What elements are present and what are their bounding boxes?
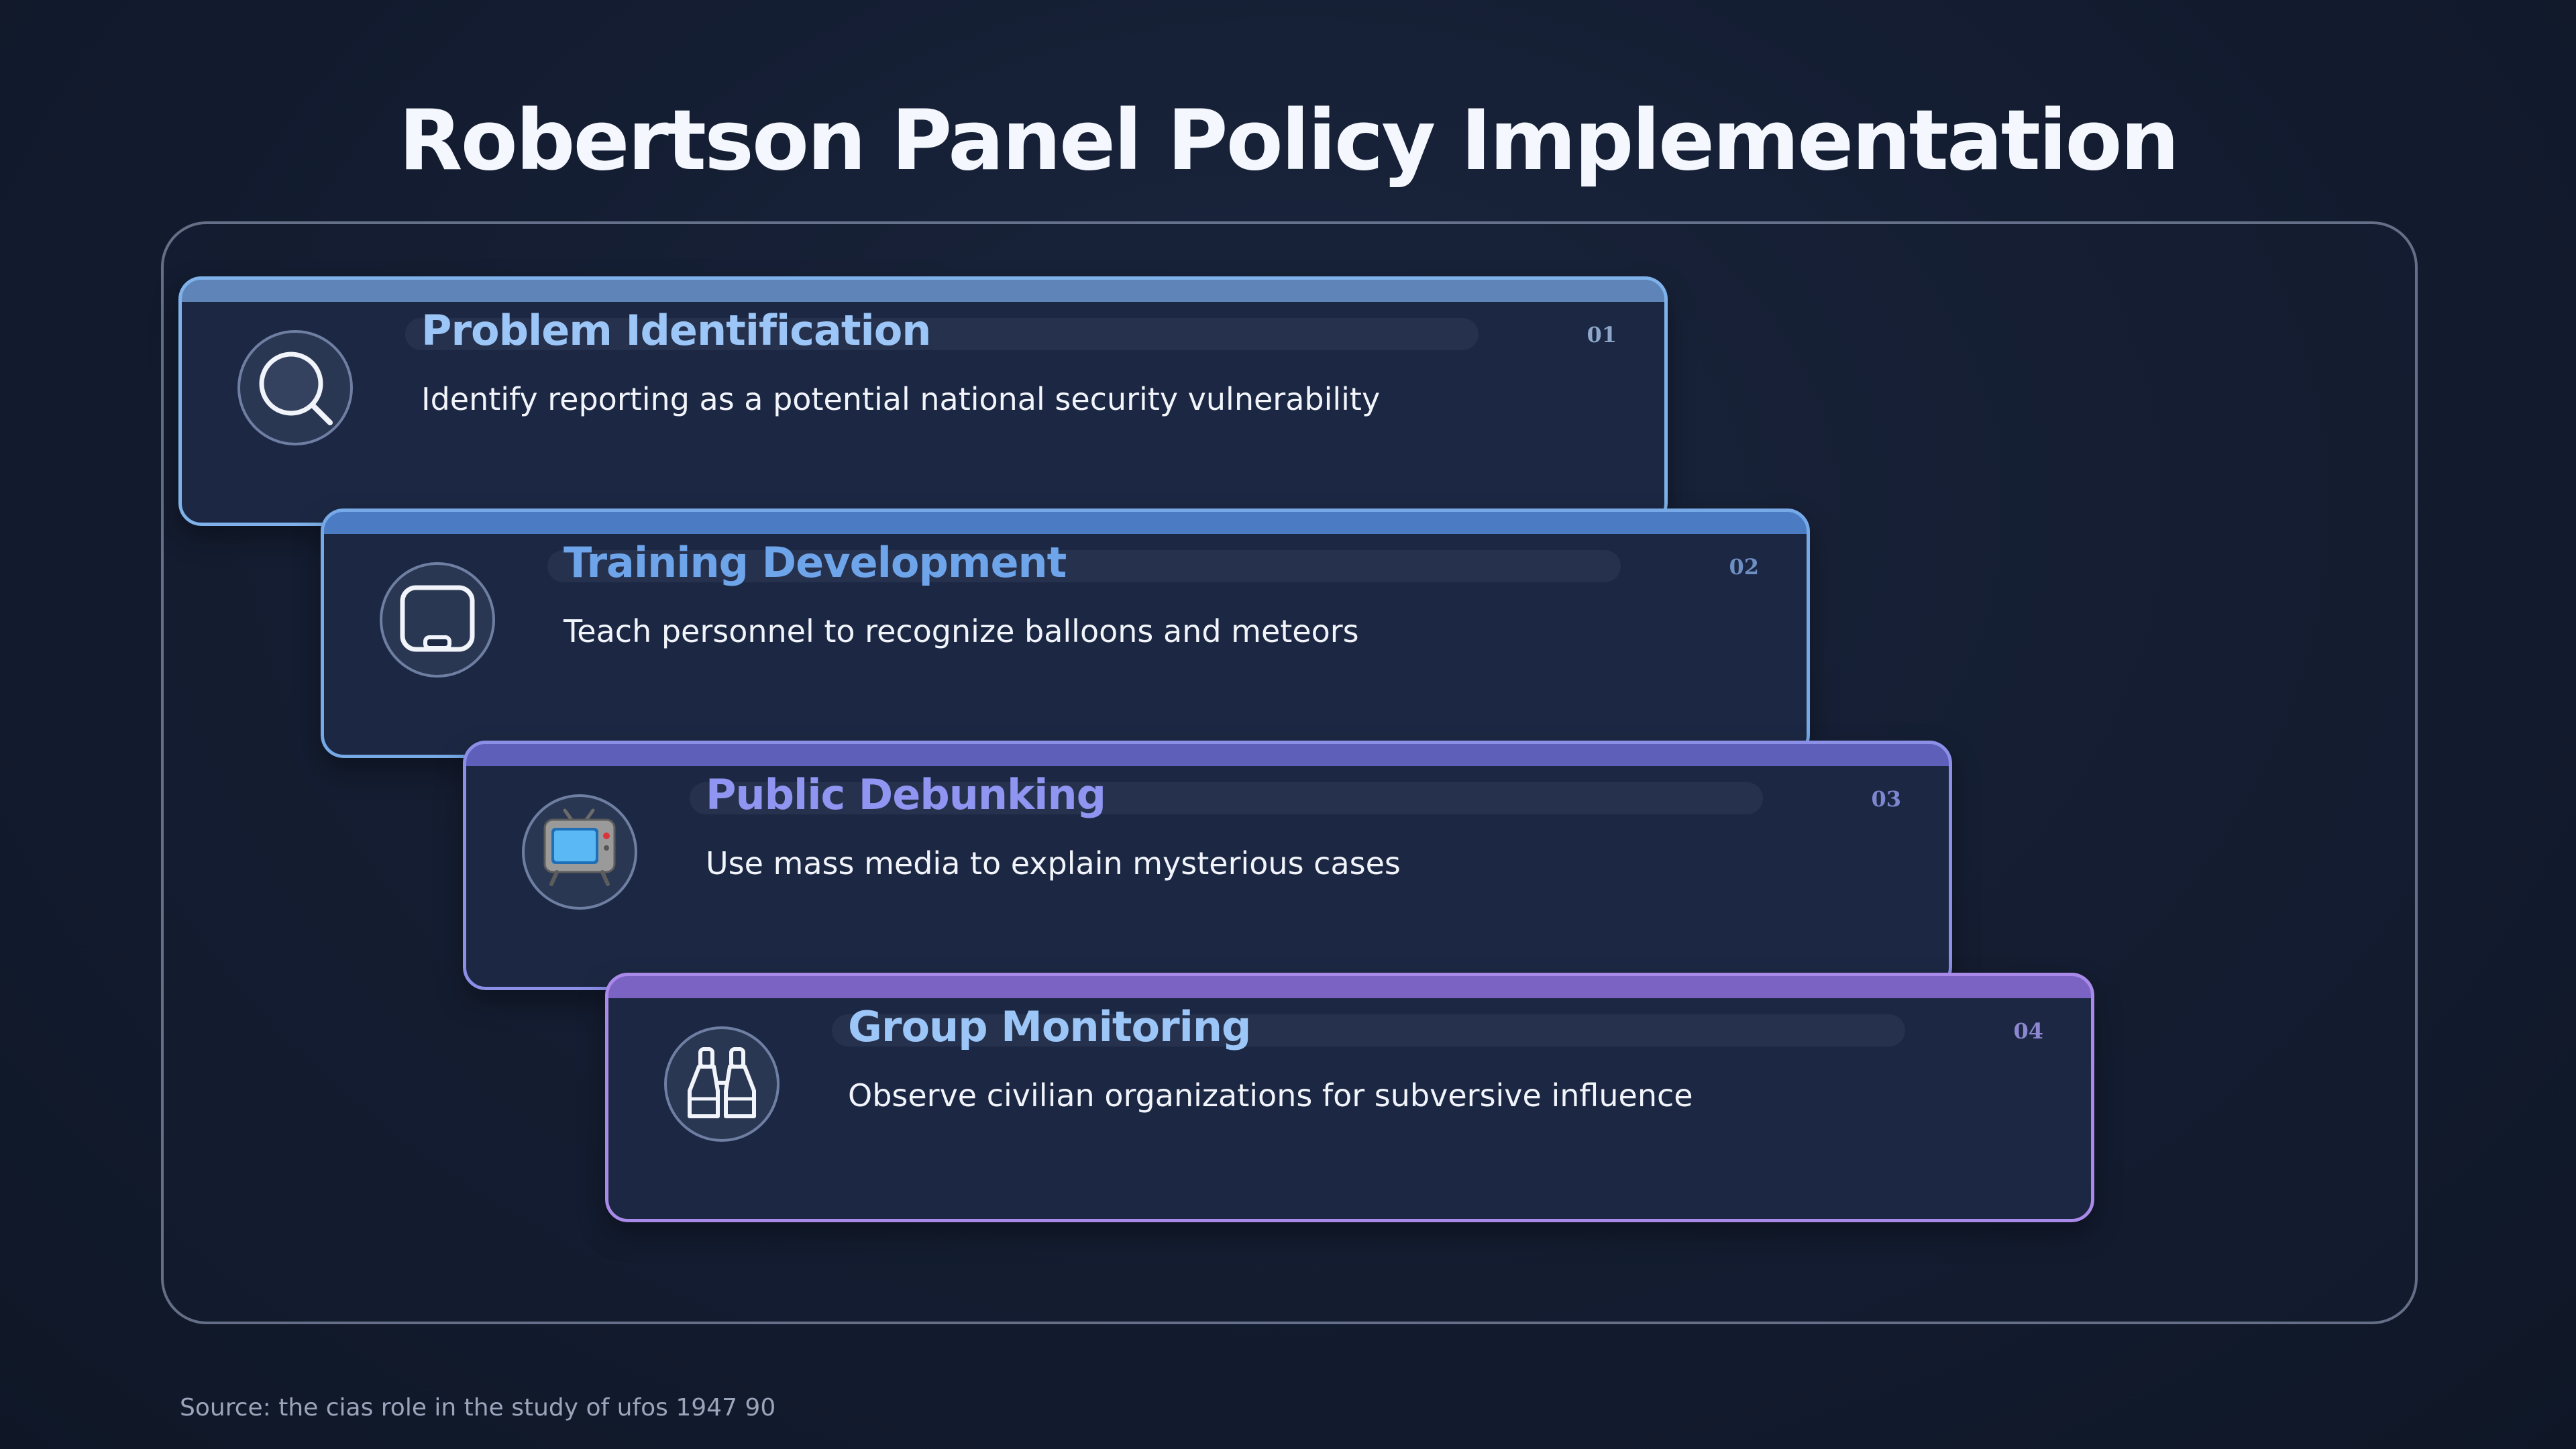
step-number: 04 — [2013, 1018, 2043, 1044]
step-title: Public Debunking — [706, 770, 1106, 819]
card-top-bar — [321, 508, 1810, 534]
binoculars-icon — [688, 1047, 756, 1118]
magnifying-glass-icon — [259, 352, 333, 425]
step-description: Observe civilian organizations for subve… — [848, 1077, 1693, 1114]
chalkboard-icon — [400, 585, 475, 652]
source-caption: Source: the cias role in the study of uf… — [180, 1394, 776, 1421]
step-card-problem-identification: Problem Identification Identify reportin… — [178, 276, 1668, 526]
step-number: 01 — [1587, 322, 1617, 347]
step-card-public-debunking: Public Debunking Use mass media to expla… — [463, 741, 1952, 990]
page-title: Robertson Panel Policy Implementation — [398, 93, 2180, 189]
step-card-training-development: Training Development Teach personnel to … — [321, 508, 1810, 758]
step-title: Group Monitoring — [848, 1002, 1251, 1051]
icon-badge — [664, 1026, 780, 1142]
step-title: Training Development — [564, 538, 1067, 587]
icon-badge — [237, 330, 353, 445]
icon-badge — [522, 794, 637, 910]
step-card-group-monitoring: Group Monitoring Observe civilian organi… — [605, 973, 2094, 1222]
card-top-bar — [178, 276, 1668, 302]
television-icon — [543, 808, 616, 886]
card-top-bar — [463, 741, 1952, 766]
step-description: Use mass media to explain mysterious cas… — [706, 845, 1401, 881]
step-number: 03 — [1871, 786, 1901, 812]
step-number: 02 — [1729, 554, 1759, 580]
step-title: Problem Identification — [421, 306, 931, 355]
card-top-bar — [605, 973, 2094, 998]
icon-badge — [380, 562, 495, 678]
step-description: Teach personnel to recognize balloons an… — [564, 613, 1359, 649]
step-description: Identify reporting as a potential nation… — [421, 381, 1381, 417]
